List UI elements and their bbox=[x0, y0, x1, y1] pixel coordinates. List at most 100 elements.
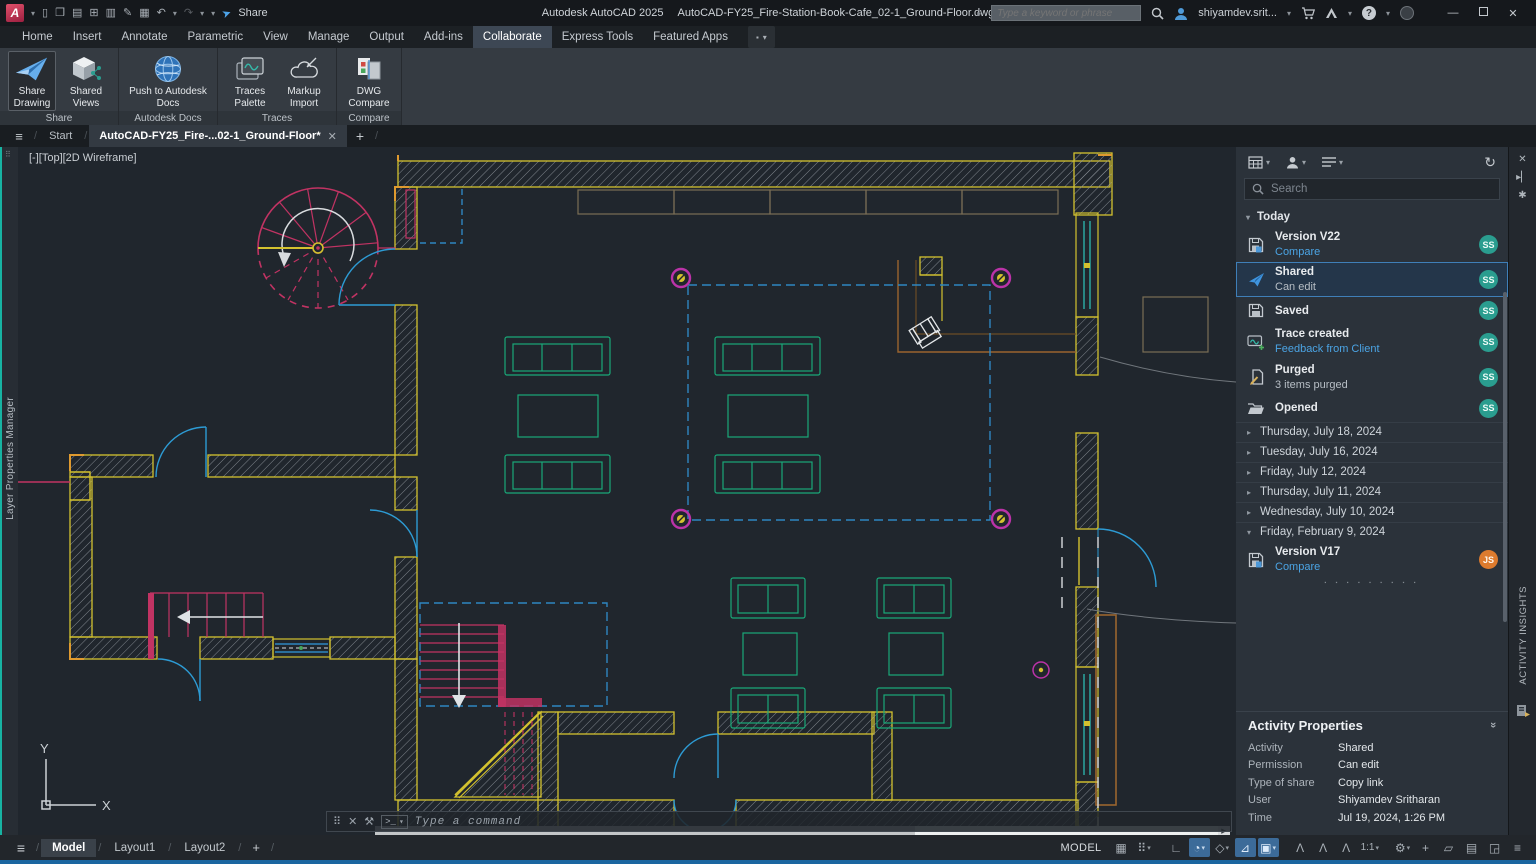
signed-in-user[interactable]: shiyamdev.srit... bbox=[1198, 7, 1277, 19]
tab-output[interactable]: Output bbox=[359, 26, 414, 48]
close-button[interactable]: ✕ bbox=[1498, 7, 1528, 20]
titlebar-share-label[interactable]: Share bbox=[238, 7, 267, 19]
window-right-bottom[interactable] bbox=[1076, 667, 1098, 782]
drawing-canvas[interactable]: [-][Top][2D Wireframe] bbox=[18, 147, 1236, 835]
annotation-visibility-button[interactable]: Λ bbox=[1290, 838, 1311, 857]
tab-home[interactable]: Home bbox=[12, 26, 63, 48]
floor-plan-drawing[interactable]: Y X bbox=[18, 147, 1236, 835]
tab-view[interactable]: View bbox=[253, 26, 298, 48]
file-tab-document[interactable]: AutoCAD-FY25_Fire-...02-1_Ground-Floor* … bbox=[89, 125, 346, 147]
assistant-icon[interactable] bbox=[1400, 6, 1414, 20]
layout2-tab[interactable]: Layout2 bbox=[173, 839, 236, 857]
filter-activity-type-button[interactable]: ▾ bbox=[1322, 156, 1343, 168]
activity-insights-tab-label[interactable]: ACTIVITY INSIGHTS bbox=[1518, 586, 1529, 685]
file-tabs-menu-icon[interactable]: ≡ bbox=[6, 125, 32, 147]
app-menu-caret-icon[interactable]: ▾ bbox=[31, 9, 35, 18]
activity-item-purged[interactable]: Purged 3 items purged SS bbox=[1236, 360, 1508, 395]
chair-block[interactable] bbox=[909, 317, 943, 349]
window-annex[interactable] bbox=[273, 639, 330, 657]
search-arrow-icon[interactable]: ▸ bbox=[977, 9, 981, 18]
activity-search-box[interactable] bbox=[1244, 178, 1500, 200]
clean-screen-button[interactable]: ◲ bbox=[1484, 838, 1505, 857]
workspace-switching-button[interactable]: ⚙▾ bbox=[1392, 838, 1413, 857]
redo-caret-icon[interactable]: ▾ bbox=[200, 9, 204, 18]
user-icon[interactable] bbox=[1174, 7, 1188, 20]
activity-item-saved[interactable]: Saved SS bbox=[1236, 297, 1508, 324]
layout-menu-icon[interactable]: ≡ bbox=[8, 840, 34, 856]
panel-splitter-handle[interactable]: ▪ ▪ ▪ ▪ ▪ ▪ ▪ ▪ ▪ bbox=[1236, 577, 1508, 589]
grid-display-button[interactable]: ▦ bbox=[1111, 838, 1132, 857]
print-icon[interactable]: ▦ bbox=[139, 8, 149, 19]
activity-item-version-v17[interactable]: Version V17 Compare JS bbox=[1236, 542, 1508, 577]
autoscale-button[interactable]: Λ bbox=[1313, 838, 1334, 857]
tab-manage[interactable]: Manage bbox=[298, 26, 360, 48]
column-grid-bubbles[interactable] bbox=[672, 269, 1049, 678]
doors[interactable] bbox=[156, 249, 1156, 831]
autocad-logo[interactable]: A bbox=[6, 4, 24, 22]
tab-parametric[interactable]: Parametric bbox=[178, 26, 254, 48]
keyword-search-input[interactable] bbox=[997, 8, 1135, 19]
object-snap-tracking-button[interactable]: ⊿ bbox=[1235, 838, 1256, 857]
tab-express-tools[interactable]: Express Tools bbox=[552, 26, 643, 48]
viewport-controls[interactable]: [-][Top][2D Wireframe] bbox=[29, 152, 137, 164]
date-group[interactable]: ▸ Thursday, July 18, 2024 bbox=[1236, 422, 1508, 442]
command-input[interactable]: Type a command bbox=[415, 816, 521, 828]
bookshelf-row[interactable] bbox=[578, 190, 1208, 352]
layer-properties-palette-tab[interactable]: ⠿ Layer Properties Manager bbox=[0, 147, 18, 835]
save-as-icon[interactable]: ⊞ bbox=[89, 8, 98, 19]
share-drawing-button[interactable]: Share Drawing bbox=[8, 51, 56, 111]
qat-customize-caret-icon[interactable]: ▾ bbox=[211, 9, 215, 18]
model-space-toggle[interactable]: MODEL bbox=[1053, 842, 1108, 854]
tab-collaborate[interactable]: Collaborate bbox=[473, 26, 552, 48]
command-customize-icon[interactable]: ⚒ bbox=[364, 815, 374, 828]
window-right-top[interactable] bbox=[1076, 213, 1098, 317]
collapse-chevron-icon[interactable]: » bbox=[1487, 722, 1499, 728]
help-caret-icon[interactable]: ▾ bbox=[1386, 9, 1390, 18]
date-group[interactable]: ▸ Wednesday, July 10, 2024 bbox=[1236, 502, 1508, 522]
new-layout-button[interactable]: + bbox=[243, 840, 269, 855]
autodesk-caret-icon[interactable]: ▾ bbox=[1348, 9, 1352, 18]
command-prompt-icon[interactable]: >_ ▾ bbox=[381, 815, 408, 829]
date-group-expanded[interactable]: ▾ Friday, February 9, 2024 bbox=[1236, 522, 1508, 542]
panel-properties-icon[interactable]: ✱ bbox=[1509, 190, 1536, 201]
snap-mode-button[interactable]: ⠿▾ bbox=[1134, 838, 1155, 857]
save-icon[interactable]: ▤ bbox=[72, 8, 82, 19]
walls[interactable] bbox=[70, 153, 1112, 835]
open-file-icon[interactable]: ❒ bbox=[55, 8, 65, 19]
autodesk-a-icon[interactable] bbox=[1325, 7, 1338, 19]
redo-icon[interactable]: ↷ bbox=[184, 8, 193, 19]
markup-import-button[interactable]: Markup Import bbox=[280, 51, 328, 111]
shared-views-button[interactable]: Shared Views bbox=[62, 51, 110, 111]
compare-link[interactable]: Compare bbox=[1275, 245, 1470, 259]
minimize-button[interactable]: — bbox=[1438, 7, 1468, 19]
activity-search-input[interactable] bbox=[1271, 183, 1492, 195]
tab-featured-apps[interactable]: Featured Apps bbox=[643, 26, 738, 48]
plot-icon[interactable]: ▥ bbox=[106, 8, 116, 19]
date-group[interactable]: ▸ Friday, July 12, 2024 bbox=[1236, 462, 1508, 482]
share-plane-icon[interactable]: ➤ bbox=[220, 5, 233, 20]
furniture[interactable] bbox=[505, 337, 951, 728]
close-tab-icon[interactable]: ✕ bbox=[328, 130, 337, 143]
isolate-objects-button[interactable]: ▱ bbox=[1438, 838, 1459, 857]
today-section-header[interactable]: ▾ Today bbox=[1236, 206, 1508, 227]
spiral-staircase[interactable] bbox=[258, 188, 396, 308]
undo-caret-icon[interactable]: ▾ bbox=[173, 9, 177, 18]
tab-annotate[interactable]: Annotate bbox=[111, 26, 177, 48]
trace-link[interactable]: Feedback from Client bbox=[1275, 342, 1470, 356]
tab-insert[interactable]: Insert bbox=[63, 26, 112, 48]
file-tab-start[interactable]: Start bbox=[39, 125, 82, 147]
command-line[interactable]: ⠿ ✕ ⚒ >_ ▾ Type a command bbox=[326, 811, 1232, 832]
cart-icon[interactable] bbox=[1301, 7, 1315, 20]
compare-link[interactable]: Compare bbox=[1275, 560, 1470, 574]
ortho-mode-button[interactable]: ∟ bbox=[1166, 838, 1187, 857]
customization-button[interactable]: ≡ bbox=[1507, 838, 1528, 857]
dwg-compare-button[interactable]: DWG Compare bbox=[345, 51, 393, 111]
sign-icon[interactable]: ✎ bbox=[123, 8, 132, 19]
search-icon[interactable] bbox=[1151, 7, 1164, 20]
filter-user-button[interactable]: ▾ bbox=[1286, 156, 1306, 169]
date-group[interactable]: ▸ Tuesday, July 16, 2024 bbox=[1236, 442, 1508, 462]
panel-autohide-pin-icon[interactable]: ▸▏ bbox=[1509, 172, 1536, 183]
command-grip-icon[interactable]: ⠿ bbox=[333, 815, 341, 828]
user-caret-icon[interactable]: ▾ bbox=[1287, 9, 1291, 18]
annotation-scale-button[interactable]: Λ bbox=[1336, 838, 1357, 857]
